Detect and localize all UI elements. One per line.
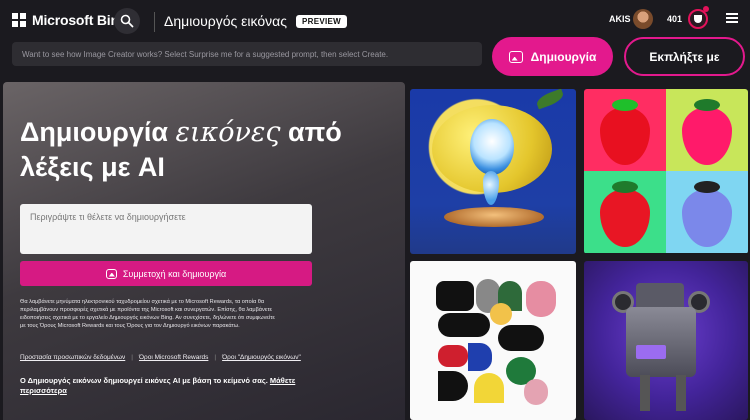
- user-name[interactable]: AKIS: [609, 14, 631, 24]
- prompt-input[interactable]: [22, 49, 472, 59]
- microsoft-logo-icon: [12, 13, 26, 27]
- creator-terms-link[interactable]: Όροι "Δημιουργός εικόνων": [222, 354, 301, 361]
- headline-italic: εικόνες: [175, 117, 281, 148]
- bing-logo[interactable]: Microsoft Bing: [12, 12, 127, 28]
- join-and-create-button[interactable]: Συμμετοχή και δημιουργία: [20, 261, 312, 286]
- preview-badge: PREVIEW: [296, 15, 347, 28]
- header-divider: [154, 12, 155, 32]
- example-image-shapes[interactable]: [410, 261, 576, 420]
- search-button[interactable]: [114, 8, 140, 34]
- link-separator: |: [131, 354, 133, 361]
- menu-icon[interactable]: [726, 13, 738, 25]
- surprise-me-label: Εκπλήξτε με: [649, 49, 720, 64]
- hero-headline: Δημιουργία εικόνες από λέξεις με AI: [20, 117, 342, 182]
- footer-description: Ο Δημιουργός εικόνων δημιουργεί εικόνες …: [20, 376, 296, 395]
- describe-input-box[interactable]: [20, 204, 312, 254]
- example-image-robot[interactable]: [584, 261, 748, 420]
- rewards-terms-link[interactable]: Όροι Microsoft Rewards: [139, 354, 208, 361]
- page-title: Δημιουργός εικόνας: [164, 13, 287, 29]
- example-image-strawberries[interactable]: [584, 89, 748, 254]
- image-create-icon: [508, 50, 523, 63]
- prompt-bar[interactable]: [12, 42, 482, 66]
- avatar[interactable]: [633, 9, 653, 29]
- surprise-me-button[interactable]: Εκπλήξτε με: [624, 37, 745, 76]
- notification-dot: [703, 6, 709, 12]
- legal-links: Προστασία προσωπικών δεδομένων | Όροι Mi…: [20, 354, 301, 361]
- image-creator-page: Microsoft Bing Δημιουργός εικόνας PREVIE…: [0, 0, 750, 420]
- link-separator: |: [214, 354, 217, 361]
- search-icon: [120, 14, 134, 28]
- rewards-points[interactable]: 401: [667, 14, 682, 24]
- hero-panel: Δημιουργία εικόνες από λέξεις με AI Συμμ…: [3, 82, 405, 420]
- rewards-icon[interactable]: [688, 9, 708, 29]
- brand-name: Microsoft Bing: [32, 12, 128, 28]
- create-button-label: Δημιουργία: [530, 49, 597, 64]
- top-bar: Microsoft Bing Δημιουργός εικόνας PREVIE…: [0, 0, 750, 40]
- privacy-link[interactable]: Προστασία προσωπικών δεδομένων: [20, 354, 125, 361]
- join-button-label: Συμμετοχή και δημιουργία: [122, 268, 227, 279]
- image-create-icon: [105, 268, 117, 279]
- describe-input[interactable]: [30, 212, 302, 246]
- create-button[interactable]: Δημιουργία: [492, 37, 613, 76]
- example-image-lemon[interactable]: [410, 89, 576, 254]
- fine-print: Θα λαμβάνετε μηνύματα ηλεκτρονικού ταχυδ…: [20, 299, 275, 329]
